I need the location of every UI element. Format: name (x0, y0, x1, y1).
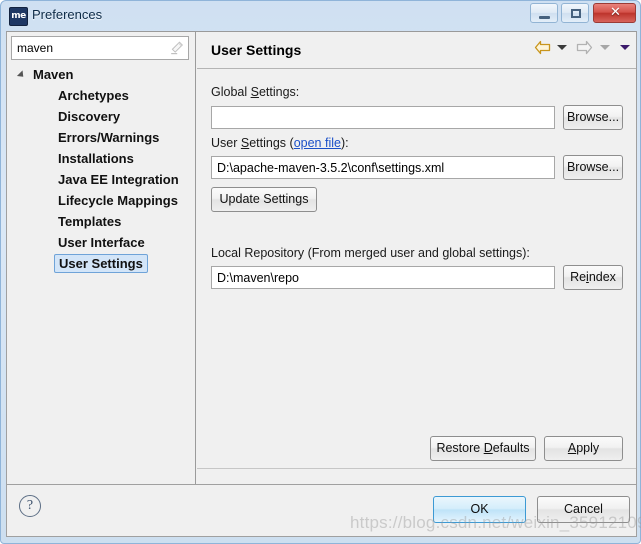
filter-box (11, 36, 189, 60)
global-settings-label-post: ettings: (258, 85, 300, 99)
restore-defaults-button[interactable]: Restore Defaults (430, 436, 536, 461)
restore-defaults-post: efaults (492, 441, 530, 455)
tree-item-label: User Interface (58, 235, 145, 250)
global-settings-input[interactable] (211, 106, 555, 129)
apply-mnemonic: A (567, 441, 577, 455)
help-icon[interactable]: ? (19, 495, 41, 517)
apply-post: pply (576, 441, 600, 455)
close-button[interactable]: ✕ (593, 3, 636, 23)
user-settings-label-mid: ettings ( (249, 136, 294, 150)
maximize-icon (571, 9, 581, 18)
tree-item-label: Templates (58, 214, 122, 229)
reindex-button[interactable]: Reindex (563, 265, 623, 290)
user-settings-label-mnemonic: S (240, 136, 250, 150)
tree-item-installations[interactable]: Installations (11, 148, 191, 169)
global-settings-label-mnemonic: S (250, 85, 259, 99)
m2e-app-icon: me (9, 7, 28, 26)
reindex-label-post: ndex (588, 270, 616, 284)
restore-defaults-mnemonic: D (483, 441, 493, 455)
minimize-button[interactable] (530, 3, 558, 23)
cancel-button[interactable]: Cancel (537, 496, 630, 523)
tree-item-label: Archetypes (58, 88, 129, 103)
sash-divider[interactable] (195, 32, 196, 484)
maximize-button[interactable] (561, 3, 589, 23)
tree-item-maven[interactable]: Maven (11, 64, 191, 85)
page-menu-chevron-down-icon[interactable] (620, 45, 630, 51)
back-history-chevron-down-icon[interactable] (556, 45, 567, 51)
apply-button[interactable]: Apply (544, 436, 623, 461)
minimize-icon (539, 16, 550, 19)
user-settings-label-pre: User (211, 136, 241, 150)
tree-item-label: Lifecycle Mappings (58, 193, 178, 208)
dialog-client-area: Maven Archetypes Discovery Errors/Warnings I… (6, 31, 637, 485)
panel-bottom-separator (197, 468, 636, 469)
tree-item-label: Installations (58, 151, 134, 166)
tree-item-label: Discovery (58, 109, 121, 124)
title-bar: me Preferences ✕ (1, 1, 641, 31)
tree-item-user-interface[interactable]: User Interface (11, 232, 191, 253)
global-settings-browse-button[interactable]: Browse... (563, 105, 623, 130)
tree-item-archetypes[interactable]: Archetypes (11, 85, 191, 106)
clear-filter-icon[interactable] (169, 40, 185, 56)
tree-item-java-ee-integration[interactable]: Java EE Integration (11, 169, 191, 190)
forward-history-chevron-down-icon (599, 45, 610, 51)
forward-arrow-icon (577, 41, 593, 55)
tree-item-templates[interactable]: Templates (11, 211, 191, 232)
user-settings-label-post: ): (340, 136, 349, 150)
reindex-label-pre: Re (570, 270, 587, 284)
tree-item-label: Errors/Warnings (58, 130, 160, 145)
restore-defaults-pre: Restore (436, 441, 484, 455)
ok-button[interactable]: OK (433, 496, 526, 523)
tree-item-label: User Settings (54, 254, 148, 273)
page-navigation-toolbar (533, 40, 630, 60)
filter-input[interactable] (11, 36, 189, 60)
global-settings-label: Global Settings: (211, 85, 299, 99)
tree-item-lifecycle-mappings[interactable]: Lifecycle Mappings (11, 190, 191, 211)
back-arrow-icon[interactable] (534, 40, 551, 55)
user-settings-label: User Settings (open file): (211, 136, 349, 150)
user-settings-panel: User Settings Global Settings: Browse...… (197, 32, 636, 484)
window-title: Preferences (32, 7, 103, 22)
tree-item-user-settings[interactable]: User Settings (11, 253, 191, 274)
tree-item-label: Java EE Integration (58, 172, 179, 187)
tree-item-discovery[interactable]: Discovery (11, 106, 191, 127)
close-icon: ✕ (610, 5, 621, 20)
local-repository-input[interactable] (211, 266, 555, 289)
preferences-tree[interactable]: Maven Archetypes Discovery Errors/Warnings I… (11, 64, 191, 480)
global-settings-label-pre: Global (211, 85, 251, 99)
user-settings-browse-button[interactable]: Browse... (563, 155, 623, 180)
local-repository-label: Local Repository (From merged user and g… (211, 246, 530, 260)
tree-item-errors-warnings[interactable]: Errors/Warnings (11, 127, 191, 148)
update-settings-button[interactable]: Update Settings (211, 187, 317, 212)
panel-title-separator (197, 68, 636, 69)
open-file-link[interactable]: open file (294, 136, 341, 150)
tree-expand-triangle-icon[interactable] (16, 70, 27, 80)
page-title: User Settings (211, 42, 302, 58)
user-settings-input[interactable] (211, 156, 555, 179)
preferences-dialog-window: me Preferences ✕ Maven Archetypes Discover… (0, 0, 641, 544)
tree-item-label: Maven (33, 67, 74, 82)
